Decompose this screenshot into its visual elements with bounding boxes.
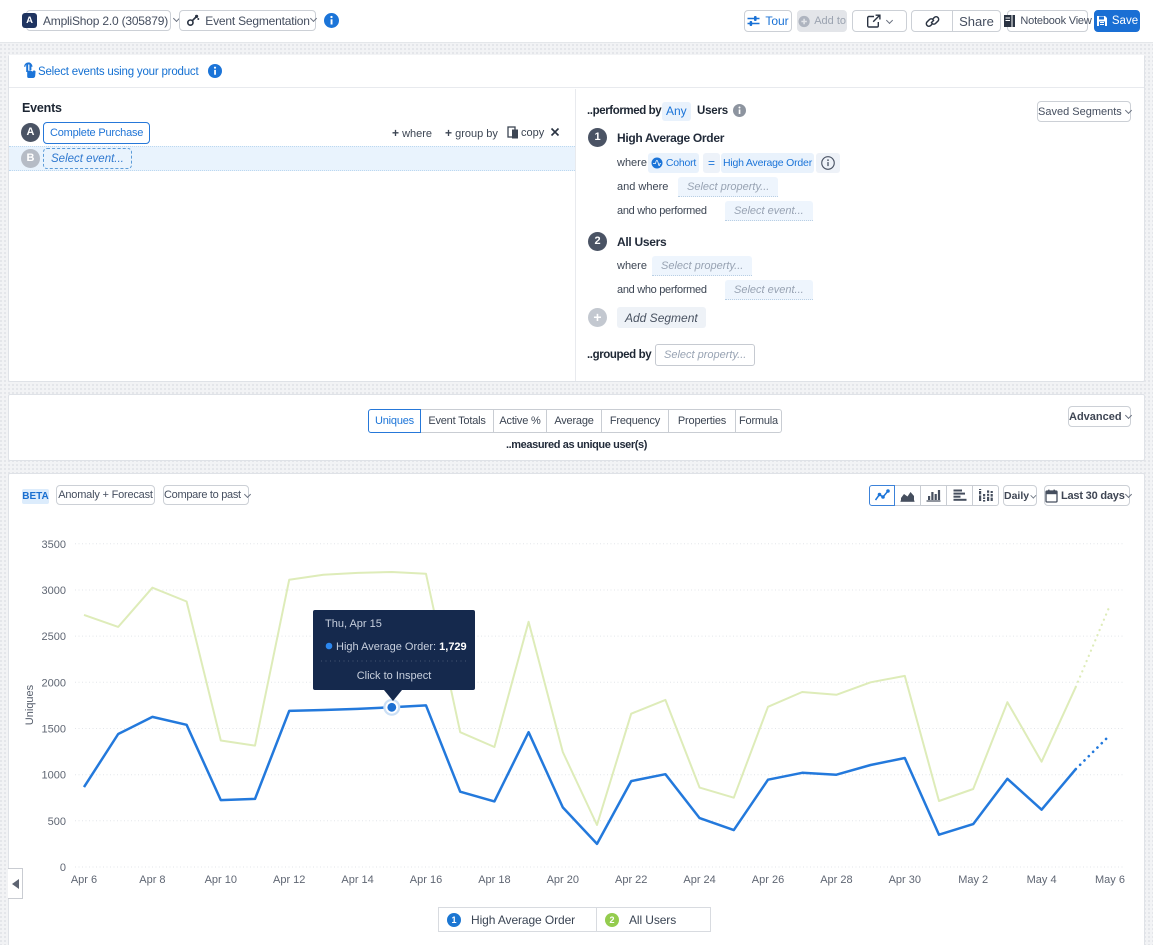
svg-text:May 2: May 2 xyxy=(958,874,988,886)
svg-text:2500: 2500 xyxy=(42,631,66,643)
svg-text:Click to Inspect: Click to Inspect xyxy=(357,670,432,682)
svg-text:500: 500 xyxy=(48,816,66,828)
svg-text:Apr 24: Apr 24 xyxy=(683,874,715,886)
svg-text:Apr 18: Apr 18 xyxy=(478,874,510,886)
svg-text:Apr 30: Apr 30 xyxy=(889,874,921,886)
svg-text:3500: 3500 xyxy=(42,539,66,551)
svg-text:Apr 12: Apr 12 xyxy=(273,874,305,886)
svg-text:2000: 2000 xyxy=(42,677,66,689)
svg-text:High Average Order: 1,729: High Average Order: 1,729 xyxy=(336,641,467,653)
svg-text:Apr 10: Apr 10 xyxy=(205,874,237,886)
svg-text:Apr 20: Apr 20 xyxy=(547,874,579,886)
svg-text:3000: 3000 xyxy=(42,585,66,597)
svg-text:Apr 16: Apr 16 xyxy=(410,874,442,886)
svg-text:0: 0 xyxy=(60,862,66,874)
svg-text:Thu, Apr 15: Thu, Apr 15 xyxy=(325,618,382,630)
svg-text:Uniques: Uniques xyxy=(24,684,36,725)
svg-text:Apr 26: Apr 26 xyxy=(752,874,784,886)
svg-text:Apr 6: Apr 6 xyxy=(71,874,97,886)
svg-text:Apr 8: Apr 8 xyxy=(139,874,165,886)
svg-text:May 4: May 4 xyxy=(1027,874,1057,886)
svg-text:May 6: May 6 xyxy=(1095,874,1125,886)
svg-text:Apr 14: Apr 14 xyxy=(341,874,373,886)
svg-text:1500: 1500 xyxy=(42,724,66,736)
svg-text:Apr 28: Apr 28 xyxy=(820,874,852,886)
svg-text:Apr 22: Apr 22 xyxy=(615,874,647,886)
svg-text:1000: 1000 xyxy=(42,770,66,782)
